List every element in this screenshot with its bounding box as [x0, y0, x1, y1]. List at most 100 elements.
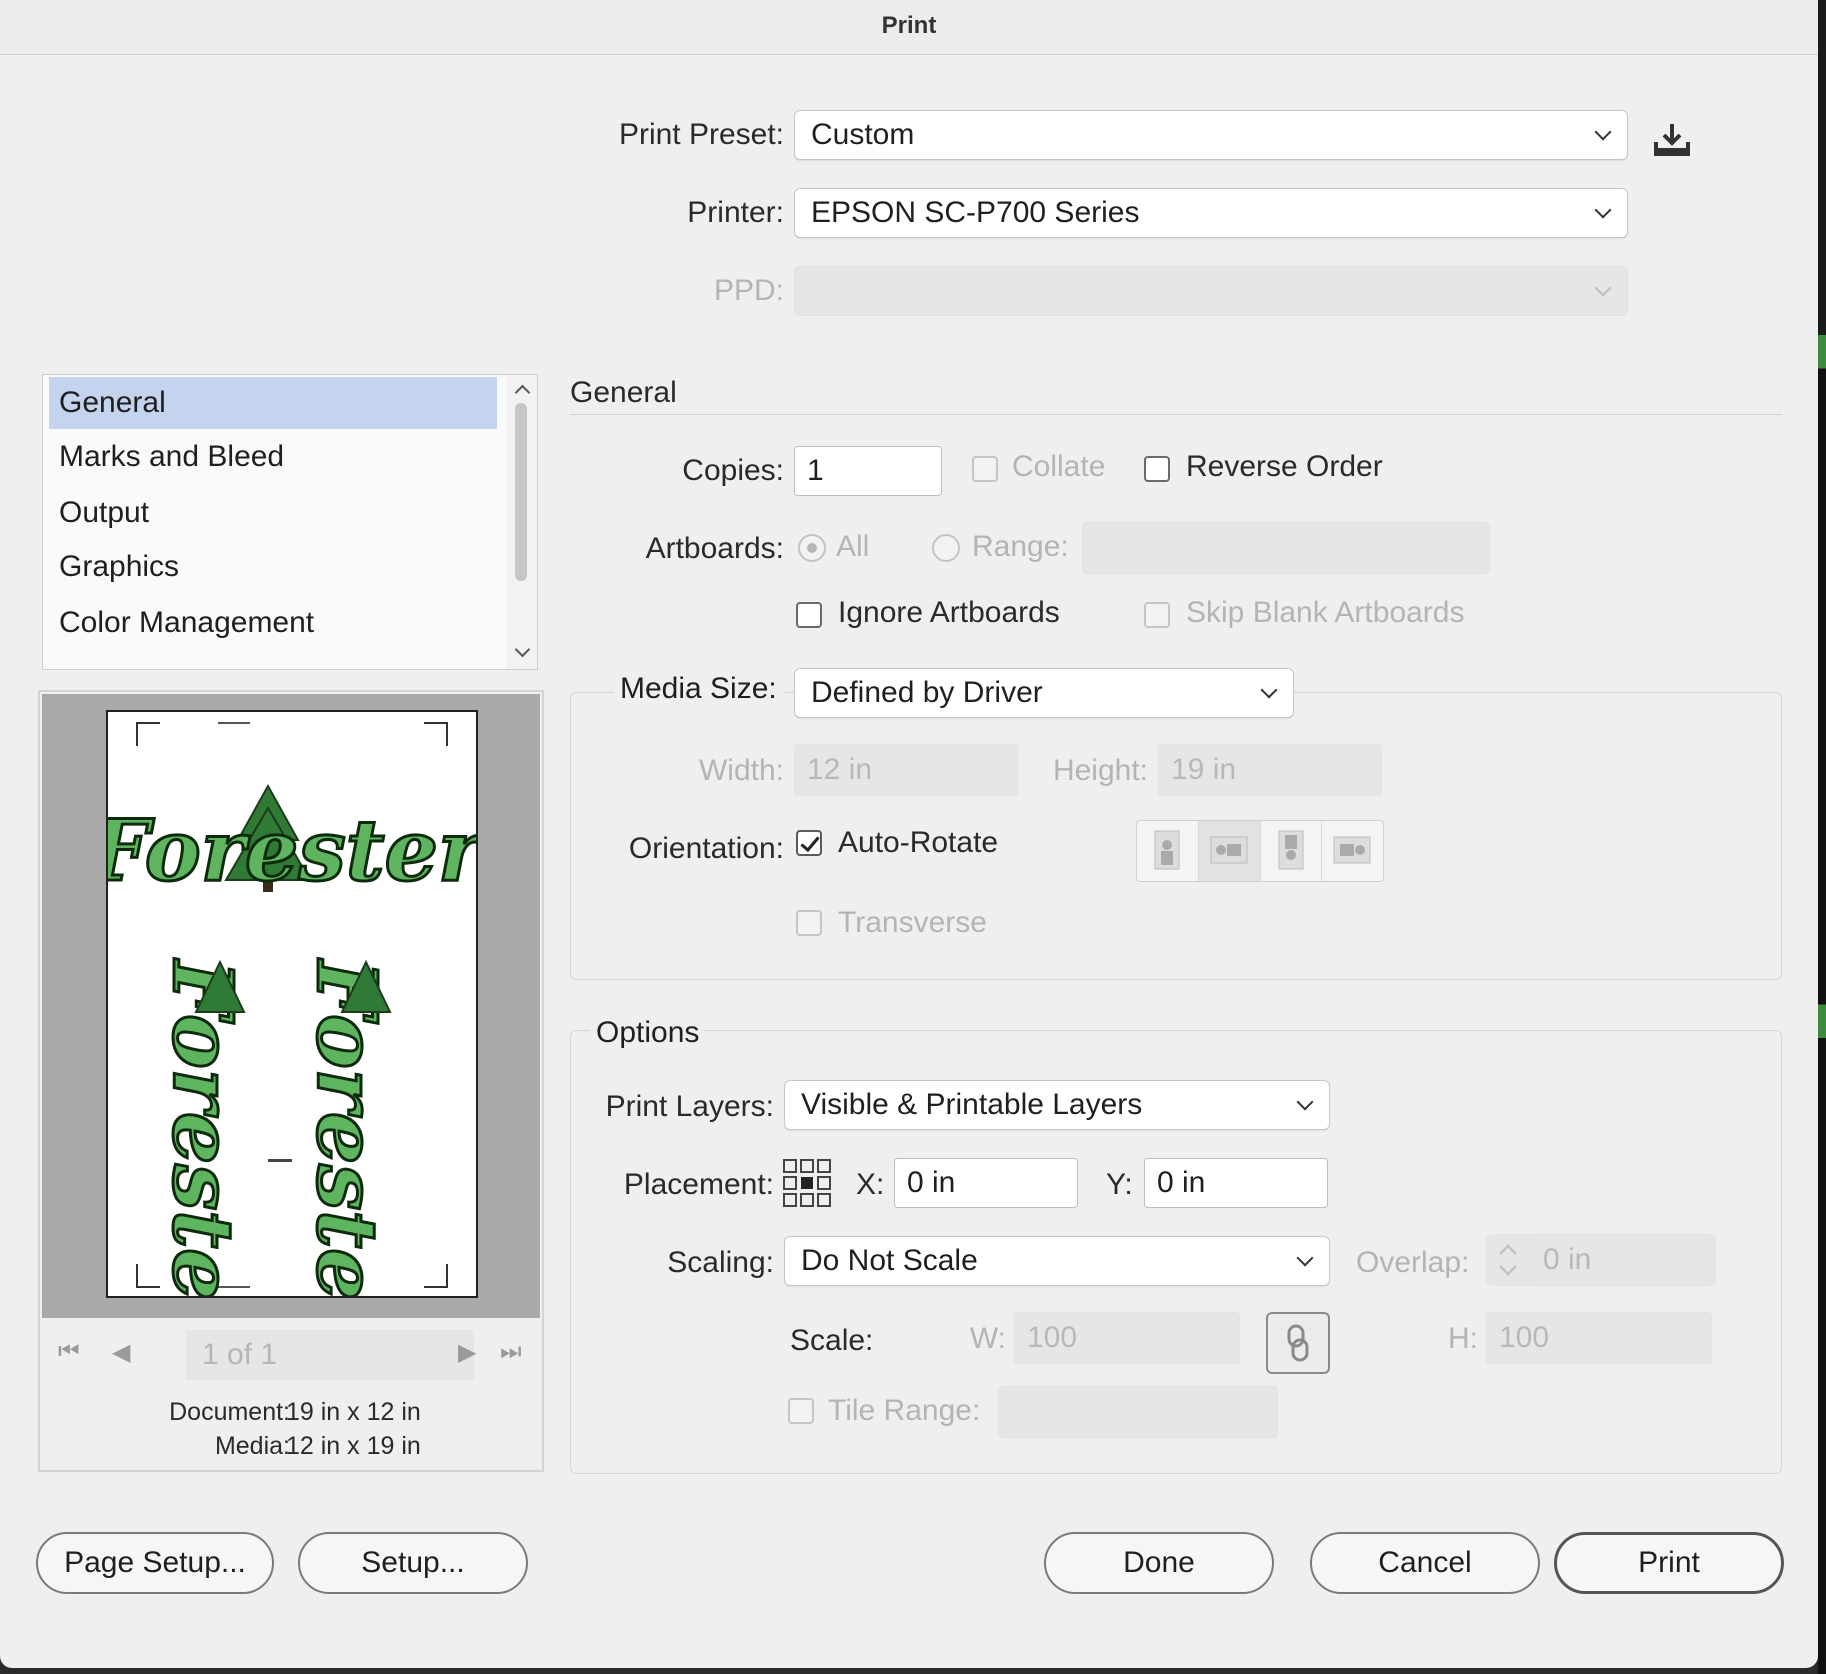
auto-rotate-label[interactable]: Auto-Rotate	[838, 826, 998, 860]
divider	[570, 414, 1782, 415]
sidebar-item-label: Color Management	[59, 606, 315, 639]
media-size-value: Defined by Driver	[811, 676, 1043, 709]
artwork-title: Forester	[108, 801, 476, 900]
orientation-label: Orientation:	[628, 832, 784, 865]
sidebar-item-color-management[interactable]: Color Management	[49, 597, 497, 649]
media-size-select[interactable]: Defined by Driver	[794, 668, 1294, 718]
collate-checkbox	[972, 456, 998, 482]
x-label: X:	[856, 1168, 885, 1201]
media-size: 12 in x 19 in	[286, 1432, 421, 1460]
sidebar-item-general[interactable]: General	[49, 377, 497, 429]
scaling-select[interactable]: Do Not Scale	[784, 1236, 1330, 1286]
print-layers-label: Print Layers:	[605, 1090, 774, 1123]
chevron-down-icon	[1260, 681, 1278, 699]
chevron-down-icon	[1594, 123, 1612, 141]
preview-page: Forester Forester Forester	[106, 710, 478, 1298]
first-page-icon[interactable]: ⏮	[58, 1338, 80, 1366]
printer-select[interactable]: EPSON SC-P700 Series	[794, 188, 1628, 238]
media-label: Media:	[214, 1432, 290, 1460]
h-label: H:	[1448, 1322, 1478, 1355]
transverse-label: Transverse	[838, 906, 987, 939]
printer-label: Printer:	[687, 196, 784, 229]
print-preset-label: Print Preset:	[618, 118, 784, 151]
print-button[interactable]: Print	[1554, 1532, 1784, 1594]
scroll-up-icon[interactable]	[514, 384, 531, 401]
all-radio	[798, 534, 826, 562]
document-size: 19 in x 12 in	[286, 1398, 421, 1426]
reverse-order-label[interactable]: Reverse Order	[1186, 450, 1383, 484]
scale-label: Scale:	[790, 1324, 874, 1357]
y-input[interactable]: 0 in	[1144, 1158, 1328, 1208]
landscape-icon[interactable]	[1198, 821, 1261, 881]
scaling-value: Do Not Scale	[801, 1244, 978, 1277]
title-bar: Print	[0, 0, 1818, 55]
sidebar-item-graphics[interactable]: Graphics	[49, 541, 497, 593]
auto-rotate-checkbox[interactable]	[796, 830, 822, 856]
print-layers-value: Visible & Printable Layers	[801, 1088, 1143, 1121]
category-list[interactable]: General Marks and Bleed Output Graphics …	[42, 374, 538, 670]
artwork-preview: Forester Forester Forester	[108, 783, 476, 1296]
next-page-icon[interactable]: ▶	[458, 1338, 476, 1367]
printer-value: EPSON SC-P700 Series	[811, 196, 1140, 229]
save-preset-icon[interactable]	[1652, 122, 1692, 158]
portrait-flipped-icon[interactable]	[1261, 821, 1323, 881]
landscape-flipped-icon[interactable]	[1322, 821, 1383, 881]
setup-button[interactable]: Setup...	[298, 1532, 528, 1594]
ppd-select	[794, 266, 1628, 316]
artboards-label: Artboards:	[645, 532, 784, 565]
sidebar-item-label: Output	[59, 496, 150, 529]
document-label: Document:	[169, 1398, 290, 1426]
scale-height-input: 100	[1486, 1312, 1712, 1364]
list-scrollbar[interactable]	[507, 375, 537, 669]
chevron-down-icon	[1594, 279, 1612, 297]
skip-blank-artboards-label: Skip Blank Artboards	[1186, 596, 1465, 629]
placement-grid-icon[interactable]	[782, 1158, 832, 1208]
scroll-down-icon[interactable]	[514, 641, 531, 658]
portrait-icon[interactable]	[1137, 821, 1199, 881]
background-window-strip	[1818, 0, 1826, 1674]
reverse-order-checkbox[interactable]	[1144, 456, 1170, 482]
scale-width-input: 100	[1014, 1312, 1240, 1364]
copies-input[interactable]: 1	[794, 446, 942, 496]
transverse-checkbox	[796, 910, 822, 936]
scaling-label: Scaling:	[667, 1246, 774, 1279]
chevron-down-icon	[1594, 201, 1612, 219]
range-input	[1082, 522, 1490, 574]
link-proportions-button	[1266, 1312, 1330, 1374]
print-layers-select[interactable]: Visible & Printable Layers	[784, 1080, 1330, 1130]
ignore-artboards-label[interactable]: Ignore Artboards	[838, 596, 1060, 630]
chevron-down-icon	[1296, 1249, 1314, 1267]
overlap-stepper	[1486, 1234, 1530, 1286]
height-label: Height:	[1052, 754, 1148, 787]
previous-page-icon[interactable]: ◀	[112, 1338, 130, 1367]
sidebar-item-label: General	[59, 386, 166, 419]
page-field[interactable]: 1 of 1	[186, 1330, 474, 1380]
sidebar-item-output[interactable]: Output	[49, 487, 497, 539]
last-page-icon[interactable]: ⏭	[500, 1338, 522, 1366]
ignore-artboards-checkbox[interactable]	[796, 602, 822, 628]
overlap-label: Overlap:	[1356, 1246, 1470, 1279]
chevron-down-icon	[1296, 1093, 1314, 1111]
print-preview-panel: Forester Forester Forester ⏮ ◀ 1 of 1 ▶ …	[38, 690, 544, 1472]
preview-area[interactable]: Forester Forester Forester	[42, 694, 540, 1318]
media-size-label: Media Size:	[614, 672, 783, 706]
scroll-thumb[interactable]	[515, 403, 527, 581]
width-label: Width:	[698, 754, 784, 787]
page-setup-button[interactable]: Page Setup...	[36, 1532, 274, 1594]
height-input: 19 in	[1158, 744, 1382, 796]
general-heading: General	[570, 376, 677, 409]
tile-range-label: Tile Range:	[828, 1394, 981, 1427]
sidebar-item-label: Graphics	[59, 550, 180, 583]
tile-range-checkbox	[788, 1398, 814, 1424]
options-heading: Options	[590, 1016, 706, 1050]
cancel-button[interactable]: Cancel	[1310, 1532, 1540, 1594]
sidebar-item-label: Marks and Bleed	[59, 440, 285, 473]
print-preset-value: Custom	[811, 118, 915, 151]
all-label: All	[836, 530, 870, 563]
sidebar-item-marks-and-bleed[interactable]: Marks and Bleed	[49, 431, 497, 483]
x-input[interactable]: 0 in	[894, 1158, 1078, 1208]
print-preset-select[interactable]: Custom	[794, 110, 1628, 160]
range-radio	[932, 534, 960, 562]
done-button[interactable]: Done	[1044, 1532, 1274, 1594]
small-mark	[268, 1159, 292, 1162]
